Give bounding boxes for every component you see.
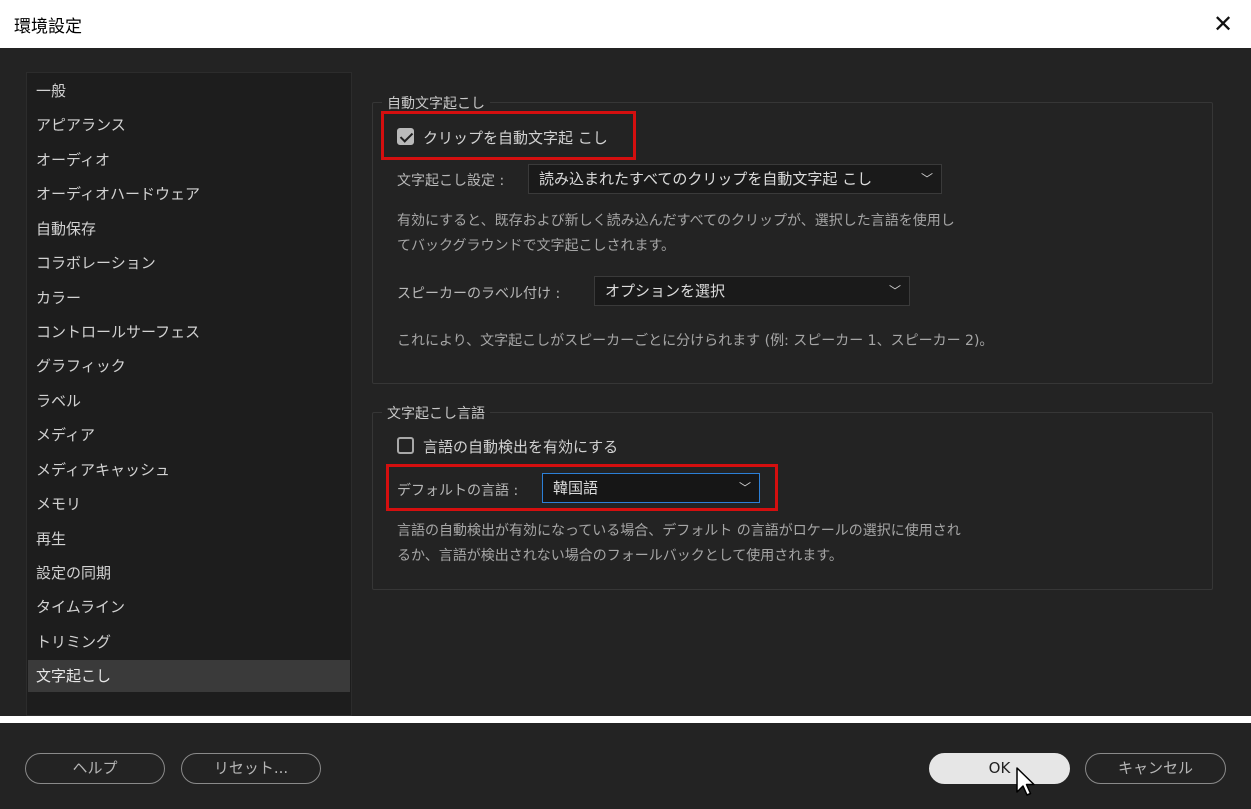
help-button[interactable]: ヘルプ — [25, 753, 165, 784]
default-language-dropdown[interactable]: 韓国語 ﹀ — [542, 473, 760, 503]
description-line: 言語の自動検出が有効になっている場合、デフォルト の言語がロケールの選択に使用さ… — [397, 523, 961, 539]
cancel-button[interactable]: キャンセル — [1085, 753, 1226, 784]
transcription-setting-label: 文字起こし設定 : — [397, 173, 505, 189]
speaker-labeling-label: スピーカーのラベル付け : — [397, 286, 561, 302]
title-bar: 環境設定 ✕ — [0, 0, 1251, 48]
description-line: てバックグラウンドで文字起こしされます。 — [397, 238, 676, 254]
description-line: るか、言語が検出されない場合のフォールバックとして使用されます。 — [397, 548, 843, 564]
auto-transcription-description: 有効にすると、既存および新しく読み込んだすべてのクリップが、選択した言語を使用し… — [397, 209, 955, 259]
transcription-setting-dropdown[interactable]: 読み込まれたすべてのクリップを自動文字起 こし ﹀ — [528, 164, 942, 194]
sidebar-item-media-cache[interactable]: メディアキャッシュ — [28, 454, 350, 486]
ok-button[interactable]: OK — [929, 753, 1070, 784]
sidebar-item-sync-settings[interactable]: 設定の同期 — [28, 557, 350, 589]
sidebar-item-trim[interactable]: トリミング — [28, 626, 350, 658]
sidebar-item-audio-hardware[interactable]: オーディオハードウェア — [28, 178, 350, 210]
sidebar-item-transcription[interactable]: 文字起こし — [28, 660, 350, 692]
chevron-down-icon: ﹀ — [888, 284, 901, 298]
preferences-sidebar: 一般 アピアランス オーディオ オーディオハードウェア 自動保存 コラボレーショ… — [26, 72, 352, 716]
reset-button[interactable]: リセット... — [181, 753, 321, 784]
auto-detect-language-label[interactable]: 言語の自動検出を有効にする — [423, 436, 618, 457]
default-language-label: デフォルトの言語 : — [397, 483, 519, 499]
sidebar-item-graphics[interactable]: グラフィック — [28, 350, 350, 382]
description-line: 有効にすると、既存および新しく読み込んだすべてのクリップが、選択した言語を使用し — [397, 213, 955, 229]
sidebar-item-timeline[interactable]: タイムライン — [28, 591, 350, 623]
transcription-language-group-label: 文字起こし言語 — [382, 403, 490, 423]
main-area: 一般 アピアランス オーディオ オーディオハードウェア 自動保存 コラボレーショ… — [0, 48, 1251, 716]
auto-transcribe-checkbox[interactable] — [397, 128, 414, 145]
sidebar-item-labels[interactable]: ラベル — [28, 385, 350, 417]
sidebar-item-playback[interactable]: 再生 — [28, 523, 350, 555]
sidebar-item-control-surface[interactable]: コントロールサーフェス — [28, 316, 350, 348]
sidebar-item-auto-save[interactable]: 自動保存 — [28, 213, 350, 245]
auto-transcribe-checkbox-label[interactable]: クリップを自動文字起 こし — [423, 127, 608, 148]
sidebar-item-media[interactable]: メディア — [28, 419, 350, 451]
auto-detect-language-checkbox[interactable] — [397, 437, 414, 454]
auto-transcription-group-label: 自動文字起こし — [382, 93, 490, 113]
speaker-labeling-value: オプションを選択 — [605, 282, 726, 300]
mouse-cursor-icon — [1016, 767, 1035, 796]
sidebar-item-memory[interactable]: メモリ — [28, 488, 350, 520]
sidebar-item-color[interactable]: カラー — [28, 282, 350, 314]
window-title: 環境設定 — [14, 17, 82, 37]
dialog-footer: ヘルプ リセット... OK キャンセル — [0, 723, 1251, 809]
chevron-down-icon: ﹀ — [920, 172, 933, 186]
sidebar-item-audio[interactable]: オーディオ — [28, 144, 350, 176]
chevron-down-icon: ﹀ — [738, 481, 751, 495]
sidebar-item-general[interactable]: 一般 — [28, 75, 350, 107]
close-icon[interactable]: ✕ — [1205, 6, 1241, 42]
sidebar-item-appearance[interactable]: アピアランス — [28, 109, 350, 141]
speaker-description: これにより、文字起こしがスピーカーごとに分けられます (例: スピーカー 1、ス… — [397, 333, 994, 349]
default-language-value: 韓国語 — [553, 479, 599, 497]
language-description: 言語の自動検出が有効になっている場合、デフォルト の言語がロケールの選択に使用さ… — [397, 519, 961, 569]
transcription-setting-value: 読み込まれたすべてのクリップを自動文字起 こし — [539, 170, 873, 188]
speaker-labeling-dropdown[interactable]: オプションを選択 ﹀ — [594, 276, 910, 306]
sidebar-item-collaboration[interactable]: コラボレーション — [28, 247, 350, 279]
separator-bar — [0, 716, 1251, 723]
